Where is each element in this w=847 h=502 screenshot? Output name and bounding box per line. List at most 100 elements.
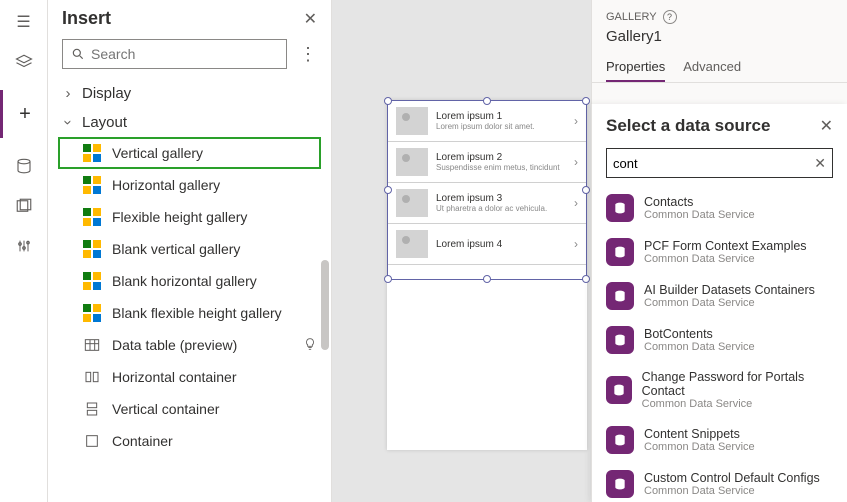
gallery-row[interactable]: Lorem ipsum 4 › xyxy=(388,224,586,265)
resize-handle[interactable] xyxy=(582,97,590,105)
row-title: Lorem ipsum 1 xyxy=(436,111,566,122)
ds-result[interactable]: PCF Form Context ExamplesCommon Data Ser… xyxy=(592,230,847,274)
media-icon[interactable] xyxy=(12,194,36,218)
insert-horizontal-container[interactable]: Horizontal container xyxy=(58,361,321,393)
category-label: Layout xyxy=(82,114,127,131)
container-icon xyxy=(82,432,102,450)
clear-icon[interactable]: ✕ xyxy=(814,155,826,172)
insert-tab[interactable]: + xyxy=(0,90,48,138)
lightbulb-icon[interactable] xyxy=(303,337,317,354)
insert-vertical-container[interactable]: Vertical container xyxy=(58,393,321,425)
ds-sub: Common Data Service xyxy=(644,253,807,265)
row-sub: Ut pharetra a dolor ac vehicula. xyxy=(436,204,566,213)
ds-sub: Common Data Service xyxy=(644,485,820,497)
canvas[interactable]: Lorem ipsum 1Lorem ipsum dolor sit amet.… xyxy=(332,0,591,502)
gallery-icon xyxy=(82,272,102,290)
chevron-right-icon: › xyxy=(574,237,578,251)
entity-icon xyxy=(606,238,634,266)
tools-icon[interactable] xyxy=(12,234,36,258)
entity-icon xyxy=(606,326,634,354)
section-label: GALLERY xyxy=(606,11,657,23)
ds-result[interactable]: BotContentsCommon Data Service xyxy=(592,318,847,362)
gallery-icon xyxy=(82,240,102,258)
help-icon[interactable]: ? xyxy=(663,10,677,24)
tab-properties[interactable]: Properties xyxy=(606,53,665,82)
data-icon[interactable] xyxy=(12,154,36,178)
category-display[interactable]: › Display xyxy=(58,79,321,108)
resize-handle[interactable] xyxy=(384,97,392,105)
resize-handle[interactable] xyxy=(384,186,392,194)
image-placeholder-icon xyxy=(396,230,428,258)
chevron-right-icon: › xyxy=(574,114,578,128)
insert-panel: Insert ✕ ⋮ › Display › Layout Vertical g… xyxy=(48,0,332,502)
gallery-row[interactable]: Lorem ipsum 1Lorem ipsum dolor sit amet.… xyxy=(388,101,586,142)
insert-vertical-gallery[interactable]: Vertical gallery xyxy=(58,137,321,169)
insert-blank-flexible-height-gallery[interactable]: Blank flexible height gallery xyxy=(58,297,321,329)
ds-name: Custom Control Default Configs xyxy=(644,471,820,485)
chevron-down-icon: › xyxy=(60,117,77,129)
search-input[interactable] xyxy=(91,46,278,62)
item-label: Flexible height gallery xyxy=(112,209,247,225)
category-label: Display xyxy=(82,85,131,102)
entity-icon xyxy=(606,194,634,222)
resize-handle[interactable] xyxy=(582,186,590,194)
gallery-icon xyxy=(82,208,102,226)
ds-search-input[interactable] xyxy=(613,156,808,171)
ds-result[interactable]: Content SnippetsCommon Data Service xyxy=(592,418,847,462)
resize-handle[interactable] xyxy=(384,275,392,283)
ds-name: Content Snippets xyxy=(644,427,755,441)
insert-data-table[interactable]: Data table (preview) xyxy=(58,329,321,361)
ds-sub: Common Data Service xyxy=(644,441,755,453)
close-icon[interactable]: ✕ xyxy=(304,9,317,29)
search-icon xyxy=(71,47,85,61)
insert-flexible-height-gallery[interactable]: Flexible height gallery xyxy=(58,201,321,233)
gallery-icon xyxy=(82,144,102,162)
ds-name: AI Builder Datasets Containers xyxy=(644,283,815,297)
insert-horizontal-gallery[interactable]: Horizontal gallery xyxy=(58,169,321,201)
ds-name: Contacts xyxy=(644,195,755,209)
resize-handle[interactable] xyxy=(483,275,491,283)
ds-name: Change Password for Portals Contact xyxy=(642,370,833,398)
image-placeholder-icon xyxy=(396,107,428,135)
ds-title: Select a data source xyxy=(606,116,770,136)
screen-page[interactable]: Lorem ipsum 1Lorem ipsum dolor sit amet.… xyxy=(387,100,587,450)
resize-handle[interactable] xyxy=(582,275,590,283)
row-sub: Lorem ipsum dolor sit amet. xyxy=(436,122,566,131)
layers-icon[interactable] xyxy=(12,50,36,74)
insert-blank-horizontal-gallery[interactable]: Blank horizontal gallery xyxy=(58,265,321,297)
ds-results: ContactsCommon Data Service PCF Form Con… xyxy=(592,186,847,502)
ds-result[interactable]: ContactsCommon Data Service xyxy=(592,186,847,230)
hamburger-icon[interactable]: ☰ xyxy=(12,10,36,34)
ds-sub: Common Data Service xyxy=(644,341,755,353)
entity-icon xyxy=(606,376,632,404)
ds-sub: Common Data Service xyxy=(642,398,833,410)
chevron-right-icon: › xyxy=(62,85,74,102)
item-label: Horizontal container xyxy=(112,369,237,385)
gallery-row[interactable]: Lorem ipsum 2Suspendisse enim metus, tin… xyxy=(388,142,586,183)
tab-advanced[interactable]: Advanced xyxy=(683,53,741,82)
search-input-wrap[interactable] xyxy=(62,39,287,69)
gallery-icon xyxy=(82,304,102,322)
category-layout[interactable]: › Layout xyxy=(58,108,321,137)
ds-result[interactable]: Custom Control Default ConfigsCommon Dat… xyxy=(592,462,847,502)
gallery-control[interactable]: Lorem ipsum 1Lorem ipsum dolor sit amet.… xyxy=(387,100,587,280)
ds-result[interactable]: AI Builder Datasets ContainersCommon Dat… xyxy=(592,274,847,318)
item-label: Data table (preview) xyxy=(112,337,237,353)
resize-handle[interactable] xyxy=(483,97,491,105)
ds-name: BotContents xyxy=(644,327,755,341)
image-placeholder-icon xyxy=(396,189,428,217)
scrollbar[interactable] xyxy=(317,0,331,502)
gallery-row[interactable]: Lorem ipsum 3Ut pharetra a dolor ac vehi… xyxy=(388,183,586,224)
insert-blank-vertical-gallery[interactable]: Blank vertical gallery xyxy=(58,233,321,265)
item-label: Horizontal gallery xyxy=(112,177,220,193)
ds-search-wrap[interactable]: ✕ xyxy=(606,148,833,178)
ds-sub: Common Data Service xyxy=(644,209,755,221)
close-icon[interactable]: ✕ xyxy=(820,116,833,136)
h-container-icon xyxy=(82,368,102,386)
ds-result[interactable]: Change Password for Portals ContactCommo… xyxy=(592,362,847,418)
item-label: Vertical container xyxy=(112,401,219,417)
row-title: Lorem ipsum 3 xyxy=(436,193,566,204)
insert-container[interactable]: Container xyxy=(58,425,321,457)
ds-name: PCF Form Context Examples xyxy=(644,239,807,253)
v-container-icon xyxy=(82,400,102,418)
